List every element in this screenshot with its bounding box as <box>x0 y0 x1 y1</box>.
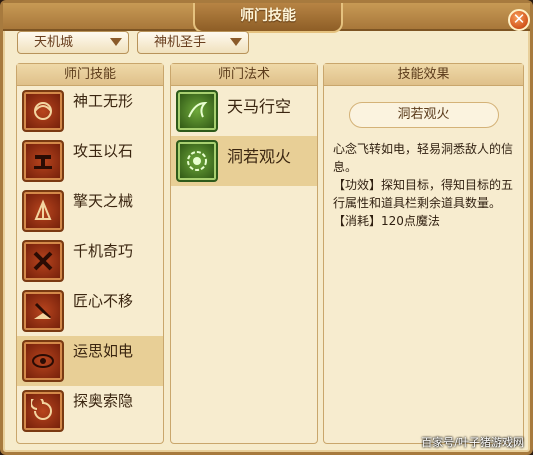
chevron-down-icon <box>110 38 122 46</box>
spell-label: 天马行空 <box>227 97 292 116</box>
sect-spells-header: 师门法术 <box>171 64 317 86</box>
role-dropdown-value: 神机圣手 <box>154 35 207 50</box>
close-button[interactable]: ✕ <box>508 9 530 31</box>
skill-item-yunsi[interactable]: 运思如电 <box>17 336 163 386</box>
skill-item-shengong[interactable]: 神工无形 <box>17 86 163 136</box>
skill-label: 运思如电 <box>73 342 134 360</box>
skill-label: 千机奇巧 <box>73 242 134 260</box>
skill-label: 匠心不移 <box>73 292 134 310</box>
cross-blades-icon <box>22 240 64 282</box>
window-title: 师门技能 <box>193 3 343 33</box>
gear-swirl-icon <box>22 90 64 132</box>
role-dropdown[interactable]: 神机圣手 <box>137 31 249 54</box>
vortex-icon <box>22 390 64 432</box>
skill-label: 擎天之械 <box>73 192 134 210</box>
chevron-down-icon <box>230 38 242 46</box>
spell-item-dongruo[interactable]: 洞若观火 <box>171 136 317 186</box>
sect-dropdown-value: 天机城 <box>34 35 74 50</box>
watermark: 百家号/叶子猪游戏网 <box>421 436 524 449</box>
sect-dropdown[interactable]: 天机城 <box>17 31 129 54</box>
pillar-machine-icon <box>22 190 64 232</box>
skill-label: 攻玉以石 <box>73 142 134 160</box>
effect-description: 心念飞转如电，轻易洞悉敌人的信息。 【功效】探知目标，得知目标的五行属性和道具栏… <box>333 140 515 230</box>
skills-window: 师门技能 ✕ 天机城 神机圣手 师门技能 神工无形 攻玉以石 擎天之械 千机奇巧… <box>0 0 533 455</box>
hammer-stone-icon <box>22 140 64 182</box>
winged-horse-icon <box>176 90 218 132</box>
skill-item-gongyu[interactable]: 攻玉以石 <box>17 136 163 186</box>
effect-panel: 技能效果 洞若观火 心念飞转如电，轻易洞悉敌人的信息。 【功效】探知目标，得知目… <box>323 63 524 444</box>
spell-label: 洞若观火 <box>227 147 292 166</box>
spell-item-tianma[interactable]: 天马行空 <box>171 86 317 136</box>
effect-header: 技能效果 <box>324 64 523 86</box>
skill-item-jiangxin[interactable]: 匠心不移 <box>17 286 163 336</box>
skill-item-qingtian[interactable]: 擎天之械 <box>17 186 163 236</box>
skill-label: 神工无形 <box>73 92 134 110</box>
skill-item-qianji[interactable]: 千机奇巧 <box>17 236 163 286</box>
effect-line: 心念飞转如电，轻易洞悉敌人的信息。 <box>333 142 514 174</box>
sect-skills-panel: 师门技能 神工无形 攻玉以石 擎天之械 千机奇巧 匠心不移 运思如电 探奥索隐 <box>16 63 164 444</box>
sect-spells-panel: 师门法术 天马行空 洞若观火 <box>170 63 318 444</box>
skill-item-tanao[interactable]: 探奥索隐 <box>17 386 163 436</box>
gear-flower-icon <box>176 140 218 182</box>
effect-line: 【消耗】120点魔法 <box>333 214 440 228</box>
chisel-icon <box>22 290 64 332</box>
lightning-eye-icon <box>22 340 64 382</box>
effect-title: 洞若观火 <box>348 102 499 128</box>
effect-line: 【功效】探知目标，得知目标的五行属性和道具栏剩余道具数量。 <box>333 178 514 210</box>
skill-label: 探奥索隐 <box>73 392 134 410</box>
sect-skills-header: 师门技能 <box>17 64 163 86</box>
